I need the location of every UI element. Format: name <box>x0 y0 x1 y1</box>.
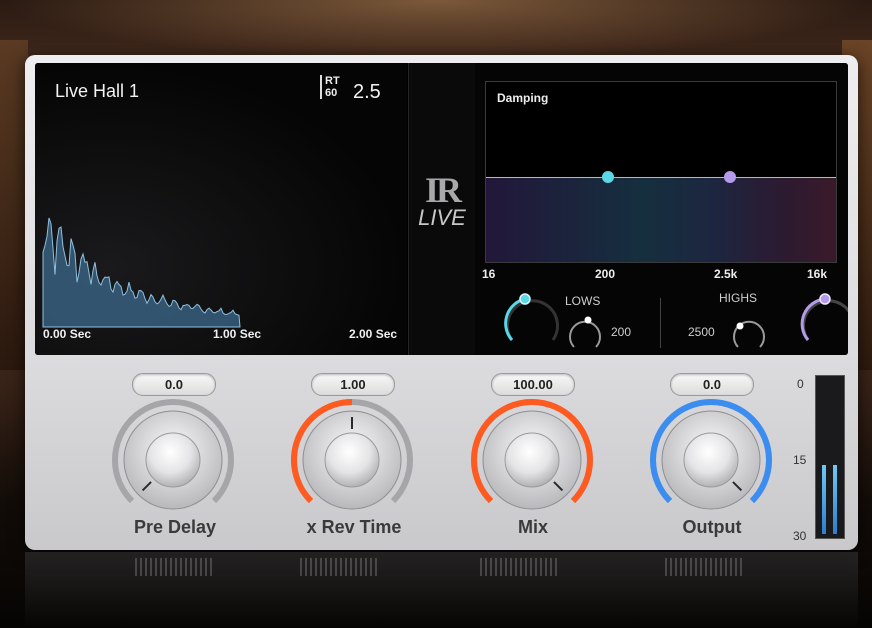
background-wall-left <box>0 40 28 370</box>
mix-knob[interactable] <box>471 399 593 510</box>
background-glow <box>0 0 872 60</box>
pre-delay-knob[interactable] <box>112 399 234 510</box>
mix-label: Mix <box>517 517 548 537</box>
meter-scale-30: 30 <box>793 529 807 543</box>
output-label: Output <box>682 517 742 537</box>
meter-scale-15: 15 <box>793 453 807 467</box>
main-knobs <box>112 399 772 510</box>
plugin-window: Live Hall 1 RT 60 2.5 0.00 Sec 1.00 Sec … <box>25 55 858 550</box>
pre-delay-label: Pre Delay <box>133 517 217 537</box>
output-knob[interactable] <box>650 399 772 510</box>
output-meter <box>815 375 845 539</box>
rev-time-knob[interactable] <box>291 399 413 510</box>
rev-time-label: x Rev Time <box>306 517 402 537</box>
meter-scale-0: 0 <box>797 377 804 391</box>
meter-bar-left <box>822 465 826 534</box>
plugin-reflection <box>25 552 858 628</box>
meter-bar-right <box>833 465 837 534</box>
